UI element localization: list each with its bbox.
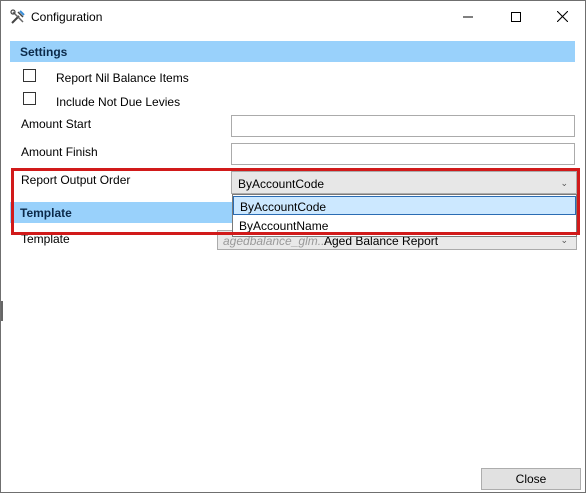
settings-header-label: Settings xyxy=(20,45,68,59)
amount-finish-field[interactable] xyxy=(231,143,575,165)
minimize-icon xyxy=(463,16,473,17)
minimize-button[interactable] xyxy=(445,1,491,32)
report-output-order-value: ByAccountCode xyxy=(238,177,325,191)
include-not-due-checkbox[interactable] xyxy=(23,92,36,105)
configuration-window: Configuration Settings Report Nil Balanc… xyxy=(0,0,586,493)
window-close-button[interactable] xyxy=(539,1,585,32)
amount-finish-label: Amount Finish xyxy=(21,145,98,159)
amount-start-field[interactable] xyxy=(231,115,575,137)
settings-section-header: Settings xyxy=(10,41,575,62)
report-output-order-dropdown: ByAccountCode ByAccountName xyxy=(232,194,577,237)
report-output-order-label: Report Output Order xyxy=(21,173,131,187)
maximize-button[interactable] xyxy=(493,1,539,32)
option-by-account-name[interactable]: ByAccountName xyxy=(233,216,576,235)
window-title: Configuration xyxy=(31,10,103,24)
amount-start-label: Amount Start xyxy=(21,117,92,131)
maximize-icon xyxy=(511,11,521,22)
title-bar[interactable]: Configuration xyxy=(1,1,585,32)
template-header-label: Template xyxy=(20,206,72,220)
resize-edge xyxy=(1,301,3,321)
option-label: ByAccountName xyxy=(239,219,329,233)
close-icon xyxy=(556,11,568,22)
report-output-order-select[interactable]: ByAccountCode ⌄ xyxy=(231,171,577,194)
report-nil-balance-checkbox[interactable] xyxy=(23,69,36,82)
tools-icon xyxy=(10,9,26,25)
include-not-due-label: Include Not Due Levies xyxy=(56,95,181,109)
chevron-down-icon: ⌄ xyxy=(560,178,568,188)
template-label: Template xyxy=(21,232,70,246)
option-by-account-code[interactable]: ByAccountCode xyxy=(233,196,576,215)
option-label: ByAccountCode xyxy=(240,200,327,214)
report-nil-balance-label: Report Nil Balance Items xyxy=(56,71,189,85)
close-button[interactable]: Close xyxy=(481,468,581,490)
